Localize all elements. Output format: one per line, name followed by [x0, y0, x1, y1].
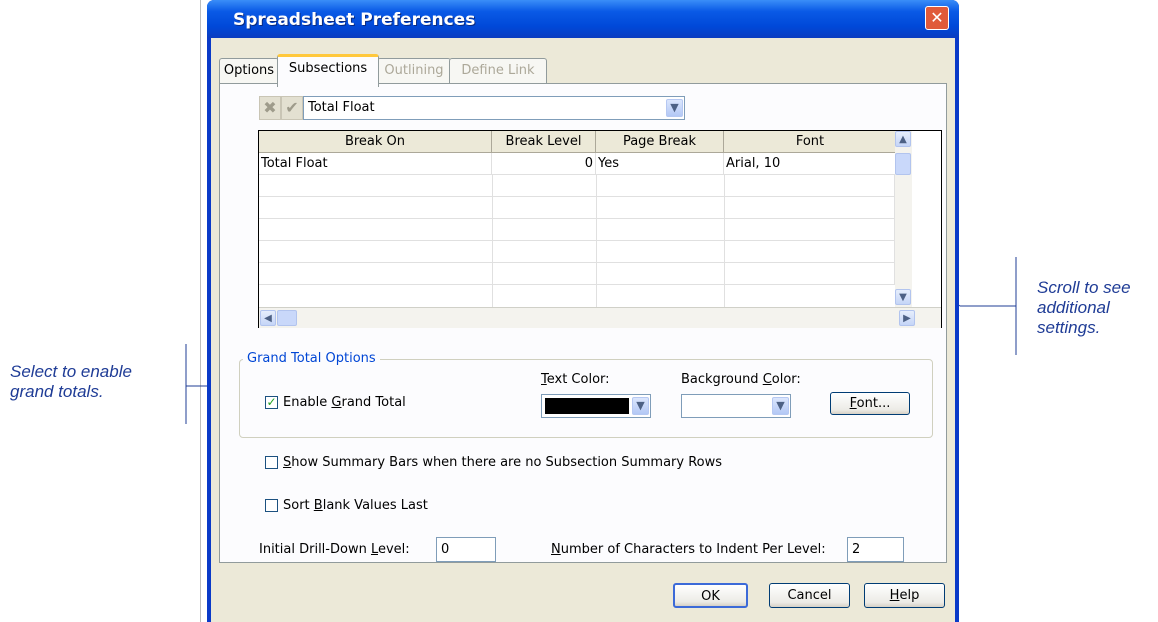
subsections-grid[interactable]: Break On Break Level Page Break Font Tot…: [258, 130, 942, 328]
empty-row: [259, 175, 895, 197]
scroll-left-icon[interactable]: ◀: [260, 310, 276, 326]
label-part: Enable: [283, 395, 332, 410]
annotation-line: settings.: [1037, 318, 1101, 337]
grand-total-legend: Grand Total Options: [243, 350, 380, 368]
ok-button[interactable]: OK: [673, 583, 748, 608]
label-mnemonic: L: [370, 542, 378, 557]
tab-define-link[interactable]: Define Link: [449, 58, 547, 83]
scroll-thumb[interactable]: [277, 310, 297, 326]
label-part: how Summary Bars when there are no Subse…: [291, 455, 723, 470]
background-color-swatch: [685, 398, 769, 414]
label-part: rand Total: [341, 395, 406, 410]
confirm-button[interactable]: ✔: [281, 96, 303, 120]
background-color-select[interactable]: ▼: [681, 394, 791, 418]
empty-row: [259, 197, 895, 219]
column-header-break-level[interactable]: Break Level: [492, 131, 596, 153]
dialog-title: Spreadsheet Preferences: [233, 10, 476, 30]
annotation-scroll: Scroll to see additional settings.: [1037, 278, 1131, 338]
scroll-down-icon[interactable]: ▼: [895, 289, 911, 305]
font-button[interactable]: Font...: [830, 392, 910, 415]
empty-row: [259, 263, 895, 285]
dialog-client: Options Subsections Outlining Define Lin…: [211, 38, 955, 622]
annotation-line: Scroll to see: [1037, 278, 1131, 297]
enable-grand-total-checkbox[interactable]: ✓: [265, 396, 278, 409]
label-part: ont...: [856, 396, 891, 411]
sort-blank-values-checkbox[interactable]: [265, 499, 278, 512]
chevron-down-icon[interactable]: ▼: [666, 99, 683, 117]
label-part: Initial Drill-Down: [259, 542, 371, 557]
cancel-button[interactable]: Cancel: [769, 583, 850, 608]
annotation-line: grand totals.: [10, 382, 104, 401]
cell-font[interactable]: Arial, 10: [724, 153, 897, 175]
label-part: Background: [681, 372, 763, 387]
grid-line: [492, 175, 493, 307]
label-part: elp: [899, 588, 920, 603]
chevron-down-icon[interactable]: ▼: [772, 397, 789, 415]
column-header-page-break[interactable]: Page Break: [596, 131, 724, 153]
title-bar: Spreadsheet Preferences ✕: [207, 0, 959, 38]
label-mnemonic: H: [889, 588, 900, 603]
tab-outlining[interactable]: Outlining: [377, 58, 451, 83]
text-color-select[interactable]: ▼: [541, 394, 651, 418]
label-mnemonic: N: [551, 542, 561, 557]
horizontal-scrollbar[interactable]: ◀ ▶: [259, 307, 941, 328]
annotation-line: additional: [1037, 298, 1110, 317]
enable-grand-total-label[interactable]: Enable Grand Total: [283, 394, 406, 412]
text-color-swatch: [545, 398, 629, 414]
label-part: olor:: [771, 372, 801, 387]
vertical-scrollbar[interactable]: ▲ ▼: [895, 131, 912, 307]
label-mnemonic: B: [313, 498, 323, 513]
label-part: Sort: [283, 498, 314, 513]
spreadsheet-preferences-dialog: Spreadsheet Preferences ✕ Options Subsec…: [207, 0, 959, 622]
column-header-break-on[interactable]: Break On: [259, 131, 492, 153]
indent-characters-label: Number of Characters to Indent Per Level…: [551, 541, 826, 559]
label-mnemonic: C: [762, 372, 772, 387]
cell-break-on[interactable]: Total Float: [259, 153, 492, 175]
x-icon: ✖: [263, 98, 277, 117]
label-part: evel:: [377, 542, 410, 557]
empty-row: [259, 241, 895, 263]
annotation-line: Select to enable: [10, 362, 132, 381]
label-part: umber of Characters to Indent Per Level:: [560, 542, 826, 557]
cell-break-level[interactable]: 0: [492, 153, 596, 175]
close-button[interactable]: ✕: [925, 6, 949, 30]
indent-characters-input[interactable]: 2: [847, 537, 904, 562]
subsection-combo[interactable]: Total Float ▼: [303, 96, 685, 120]
show-summary-bars-label[interactable]: Show Summary Bars when there are no Subs…: [283, 454, 722, 472]
close-icon: ✕: [930, 8, 944, 27]
check-icon: ✔: [285, 98, 299, 117]
cell-page-break[interactable]: Yes: [596, 153, 724, 175]
document-margin-line: [200, 0, 201, 622]
grid-line: [596, 175, 597, 307]
show-summary-bars-checkbox[interactable]: [265, 456, 278, 469]
label-part: lank Values Last: [322, 498, 428, 513]
label-mnemonic: F: [849, 396, 857, 411]
grid-line: [724, 175, 725, 307]
sort-blank-values-label[interactable]: Sort Blank Values Last: [283, 497, 428, 515]
scroll-right-icon[interactable]: ▶: [899, 310, 915, 326]
empty-row: [259, 219, 895, 241]
annotation-grand-total: Select to enable grand totals.: [10, 362, 132, 402]
label-mnemonic: G: [331, 395, 342, 410]
help-button[interactable]: Help: [864, 583, 945, 608]
chevron-down-icon[interactable]: ▼: [632, 397, 649, 415]
delete-button[interactable]: ✖: [259, 96, 281, 120]
column-header-font[interactable]: Font: [724, 131, 897, 153]
scroll-up-icon[interactable]: ▲: [895, 131, 911, 147]
tab-options[interactable]: Options: [219, 58, 279, 83]
label-part: ext Color:: [546, 372, 610, 387]
tab-subsections[interactable]: Subsections: [277, 54, 379, 87]
drill-down-level-label: Initial Drill-Down Level:: [259, 541, 410, 559]
subsection-combo-value: Total Float: [308, 100, 375, 115]
drill-down-level-input[interactable]: 0: [436, 537, 496, 562]
background-color-label: Background Color:: [681, 371, 801, 389]
scroll-thumb[interactable]: [895, 153, 911, 175]
text-color-label: Text Color:: [541, 371, 610, 389]
